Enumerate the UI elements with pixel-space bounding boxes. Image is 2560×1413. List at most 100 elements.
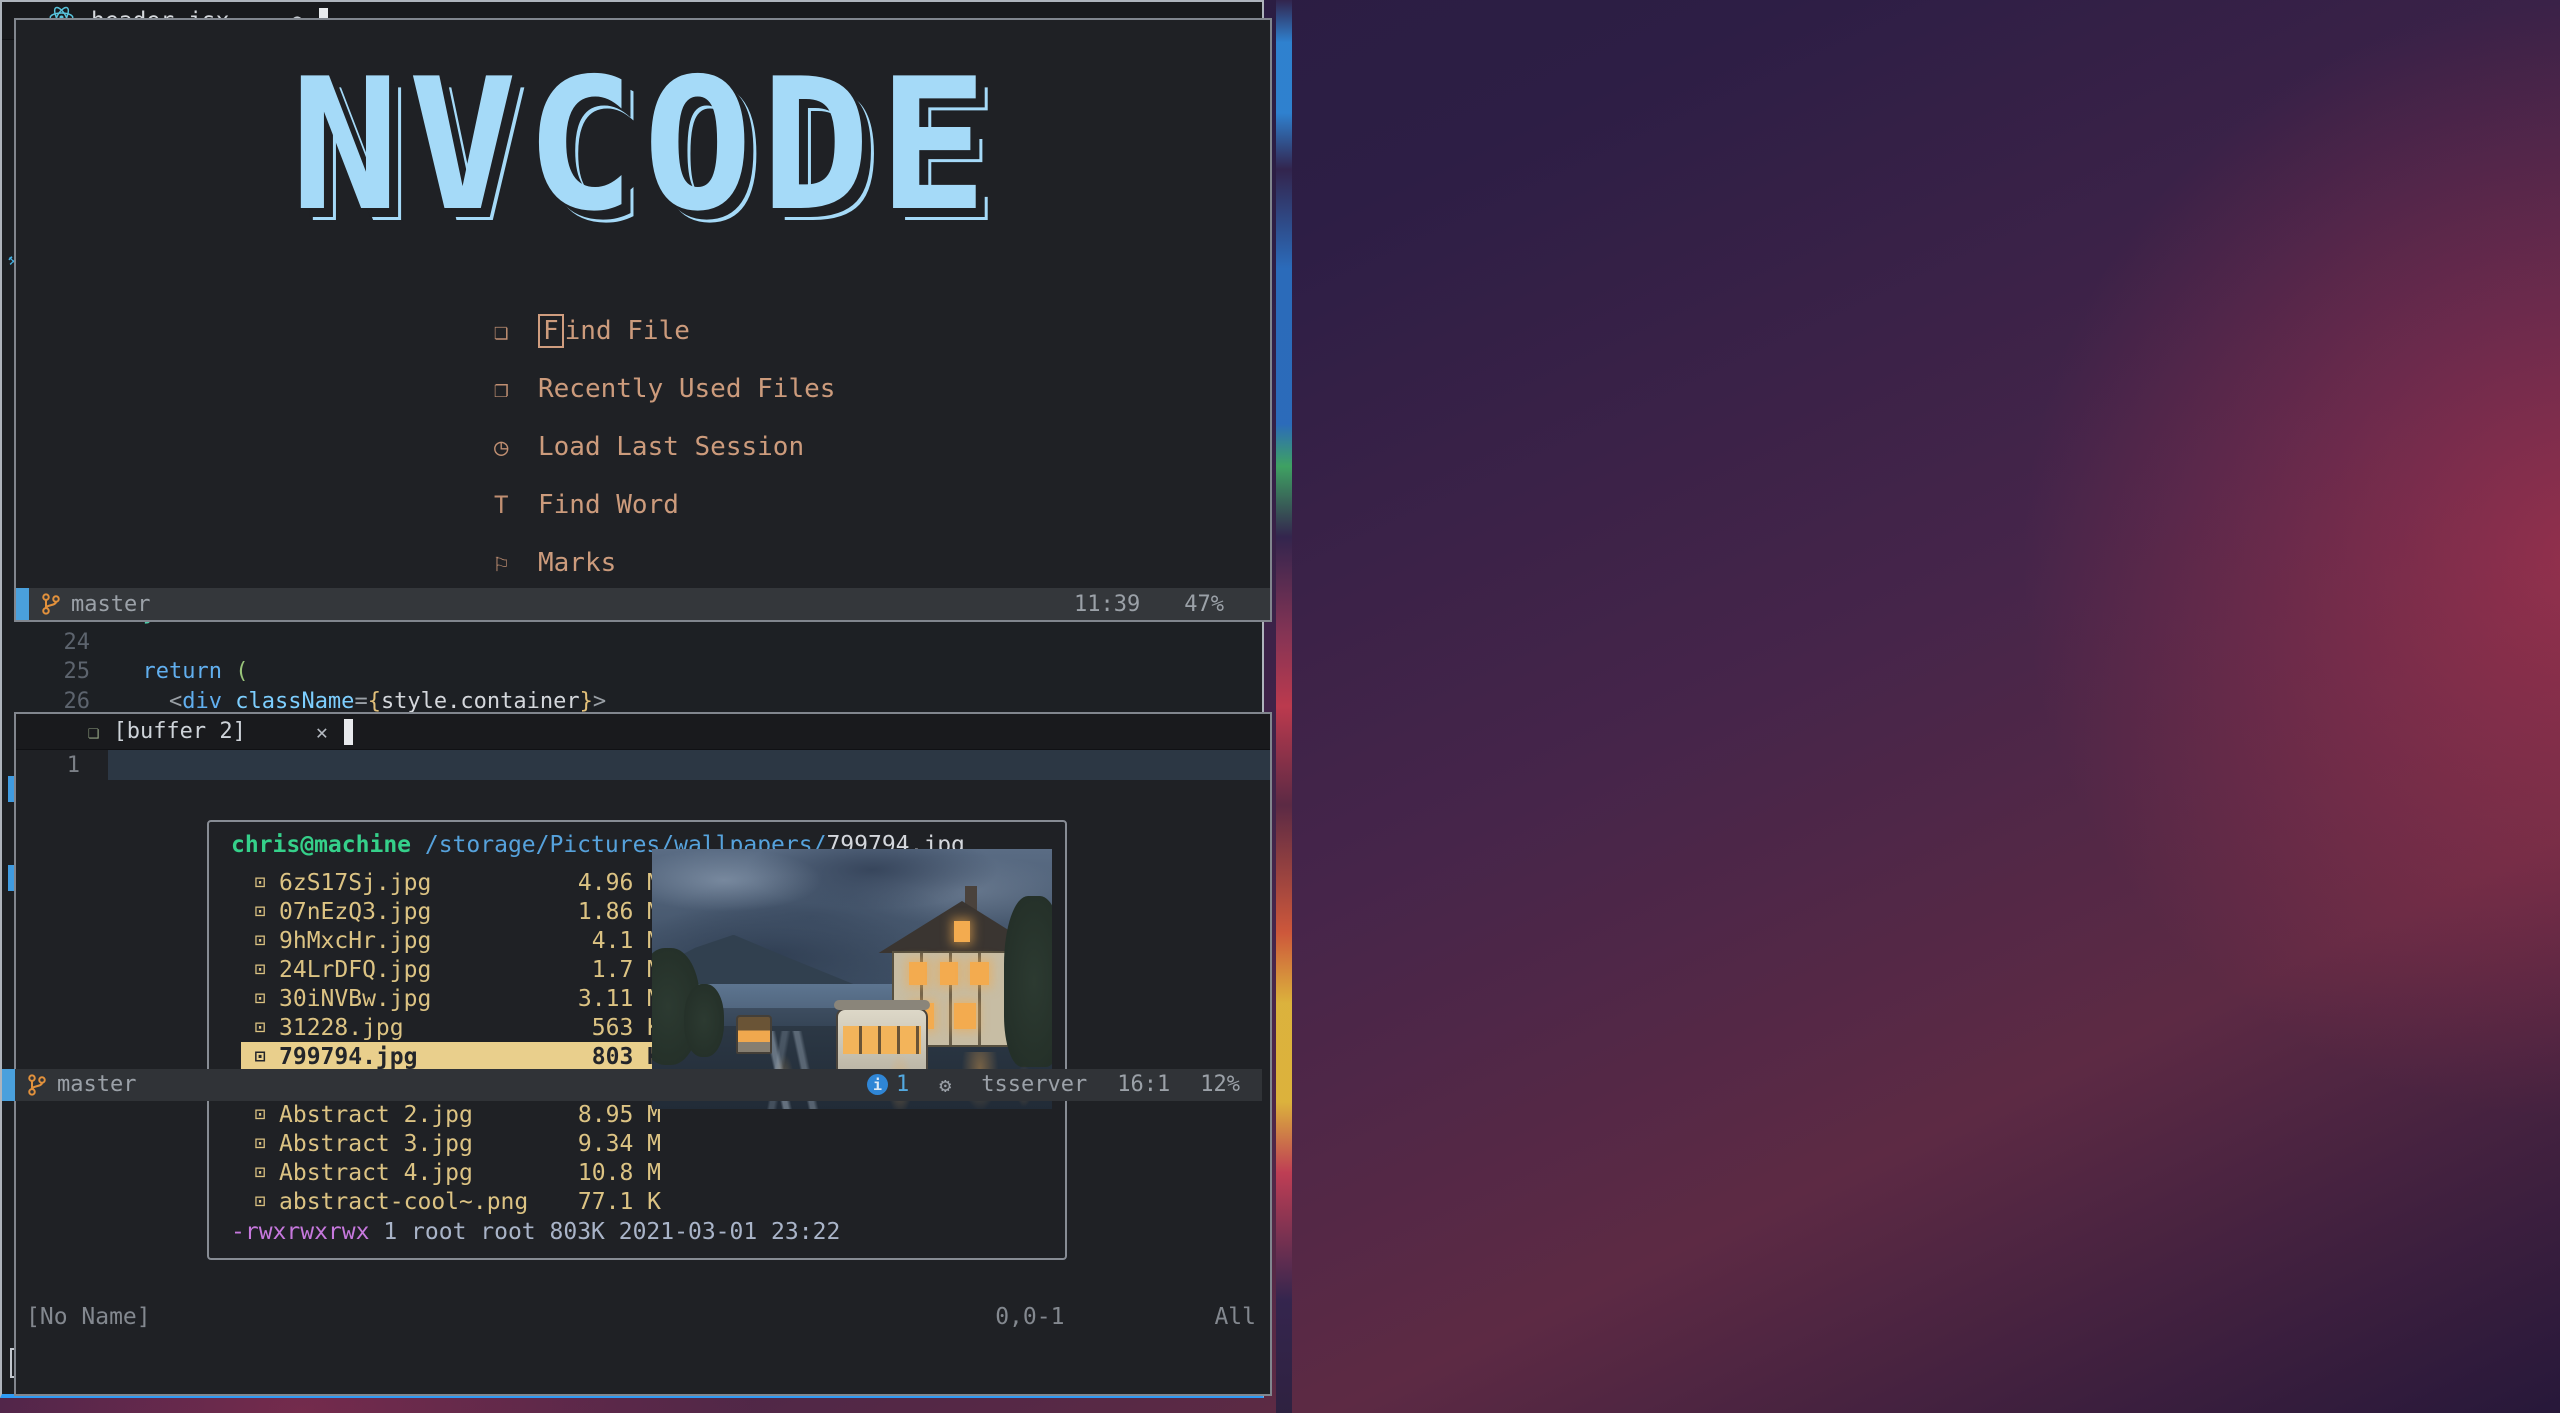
buffer-name: [No Name]: [26, 1304, 151, 1330]
file-name: 31228.jpg: [279, 1014, 404, 1041]
file-size: 10.8 M: [577, 1159, 661, 1186]
code-token: <: [116, 688, 183, 714]
cursor-block: [343, 718, 353, 745]
code-token: >: [592, 688, 607, 714]
image-file-icon: ⊡: [254, 1017, 266, 1038]
bookmark-icon: ⚐: [494, 549, 509, 577]
code-line-25[interactable]: 25 return (: [2, 657, 1262, 686]
file-list: ⊡ 6zS17Sj.jpg 4.96 M ⊡ 07nEzQ3.jpg 1.86 M ⊡ 9hM…: [241, 868, 673, 1216]
file-name: Abstract 3.jpg: [279, 1130, 473, 1157]
code-token: }: [579, 688, 593, 714]
file-meta: 1 root root 803K 2021-03-01 23:22: [369, 1219, 841, 1245]
statusline-accent: [16, 588, 29, 620]
file-picker: chris@machine /storage/Pictures/wallpape…: [207, 820, 1067, 1260]
file-row-abstract-3-jpg[interactable]: ⊡ Abstract 3.jpg 9.34 M: [241, 1129, 673, 1158]
image-file-icon: ⊡: [254, 930, 266, 951]
file-size: 9.34 M: [577, 1130, 661, 1157]
git-branch-icon: [27, 1073, 47, 1097]
window-dashboard: NVCODE ❏ Find File ❐ Recently Used Files ◷ Lo…: [14, 18, 1272, 622]
picker-footer: -rwxrwxrwx 1 root root 803K 2021-03-01 2…: [231, 1219, 1065, 1245]
file-name: 24LrDFQ.jpg: [279, 956, 432, 983]
file-row-24lrdfq-jpg[interactable]: ⊡ 24LrDFQ.jpg 1.7 M: [241, 955, 673, 984]
cursor-position: 0,0-1: [995, 1304, 1065, 1330]
letter-t-icon: T: [494, 491, 509, 519]
file-row-31228-jpg[interactable]: ⊡ 31228.jpg 563 K: [241, 1013, 673, 1042]
tab-buffer2[interactable]: [buffer 2]: [113, 719, 245, 744]
cursor-position: 16:1: [1117, 1072, 1171, 1098]
nvcode-logo: NVCODE: [290, 39, 996, 251]
line-number: 1: [66, 752, 80, 778]
menu-item-find-file[interactable]: ❏ Find File: [494, 302, 835, 360]
menu-item-recently-used-files[interactable]: ❐ Recently Used Files: [494, 360, 835, 418]
file-permissions: -rwxrwxrwx: [231, 1219, 370, 1245]
image-file-icon: ⊡: [254, 1104, 266, 1125]
file-row-abstract-cool-png[interactable]: ⊡ abstract-cool~.png 77.1 K: [241, 1187, 673, 1216]
file-row-abstract-2-jpg[interactable]: ⊡ Abstract 2.jpg 8.95 M: [241, 1100, 673, 1129]
image-file-icon: ⊡: [254, 1191, 266, 1212]
code-token: style.container: [380, 688, 580, 714]
branch-name: master: [57, 1072, 137, 1098]
code-token: className: [235, 688, 355, 714]
menu-item-label: Find Word: [538, 490, 679, 520]
image-file-icon: ⊡: [254, 1133, 266, 1154]
line-number: 26: [63, 688, 91, 714]
menu-item-marks[interactable]: ⚐ Marks: [494, 534, 835, 592]
file-name: Abstract 4.jpg: [279, 1159, 473, 1186]
menu-item-find-word[interactable]: T Find Word: [494, 476, 835, 534]
file-name: 9hMxcHr.jpg: [279, 927, 432, 954]
file-row-9hmxchr-jpg[interactable]: ⊡ 9hMxcHr.jpg 4.1 M: [241, 926, 673, 955]
diagnostic-count: 1: [896, 1072, 910, 1098]
code-token: return: [116, 659, 236, 685]
line-number: 24: [63, 630, 91, 655]
file-row-6zs17sj-jpg[interactable]: ⊡ 6zS17Sj.jpg 4.96 M: [241, 868, 673, 897]
code-token: div: [182, 688, 236, 714]
menu-item-label: Marks: [538, 548, 617, 578]
buffer-line-1[interactable]: 1: [16, 750, 1270, 780]
menu-item-label: Find File: [538, 314, 690, 348]
image-file-icon: ⊡: [254, 872, 266, 893]
wallpaper-gap-strip: [1276, 0, 1292, 1413]
user-host: chris@machine: [231, 832, 412, 858]
scroll-indicator: All: [1214, 1304, 1256, 1330]
gear-icon: ⚙: [939, 1072, 952, 1097]
file-name: 6zS17Sj.jpg: [279, 869, 432, 896]
code-token: (: [235, 659, 249, 685]
cursor-block: F: [538, 314, 564, 348]
buffer-statusline: [No Name] 0,0-1 All: [26, 1304, 1256, 1330]
menu-item-label: Load Last Session: [538, 432, 805, 462]
file-name: abstract-cool~.png: [279, 1188, 529, 1215]
dashboard-statusline: master 11:39 47%: [16, 588, 1270, 620]
statusline-accent: [2, 1068, 15, 1101]
file-row-30invbw-jpg[interactable]: ⊡ 30iNVBw.jpg 3.11 M: [241, 984, 673, 1013]
editor-statusline: master i 1 ⚙ tsserver 16:1 12%: [2, 1068, 1262, 1101]
close-icon[interactable]: ✕: [316, 720, 328, 744]
preview-tree: [684, 984, 724, 1057]
clock-icon: ◷: [494, 433, 509, 461]
file-name: Abstract 2.jpg: [279, 1101, 473, 1128]
cursorline-highlight: [108, 750, 1270, 780]
code-line-24[interactable]: 24: [2, 628, 1262, 657]
file-row-799794-jpg[interactable]: ⊡ 799794.jpg 803 K: [241, 1042, 673, 1071]
buffer-tabbar: ❏ [buffer 2] ✕: [16, 714, 1270, 750]
preview-small-tram: [736, 1015, 772, 1055]
desktop: NVCODE ❏ Find File ❐ Recently Used Files ◷ Lo…: [0, 0, 2560, 1413]
preview-tree: [1004, 895, 1052, 1068]
git-branch-icon: [41, 592, 61, 616]
file-row-abstract-4-jpg[interactable]: ⊡ Abstract 4.jpg 10.8 M: [241, 1158, 673, 1187]
line-number: 25: [63, 659, 91, 685]
scroll-percent: 47%: [1184, 591, 1224, 617]
image-file-icon: ⊡: [254, 1046, 266, 1067]
file-row-07nezq3-jpg[interactable]: ⊡ 07nEzQ3.jpg 1.86 M: [241, 897, 673, 926]
file-name: 07nEzQ3.jpg: [279, 898, 432, 925]
menu-item-load-last-session[interactable]: ◷ Load Last Session: [494, 418, 835, 476]
file-name: 799794.jpg: [279, 1043, 418, 1070]
scroll-percent: 12%: [1200, 1072, 1240, 1098]
clock-time: 11:39: [1074, 591, 1141, 617]
image-file-icon: ⊡: [254, 959, 266, 980]
window-buffer2: ❏ [buffer 2] ✕ 1 chris@machine /storage/…: [14, 712, 1272, 1396]
code-token: =: [354, 688, 368, 714]
code-token: {: [367, 688, 381, 714]
document-icon: ❏: [88, 720, 100, 743]
image-file-icon: ⊡: [254, 1162, 266, 1183]
copy-icon: ❐: [494, 375, 509, 403]
